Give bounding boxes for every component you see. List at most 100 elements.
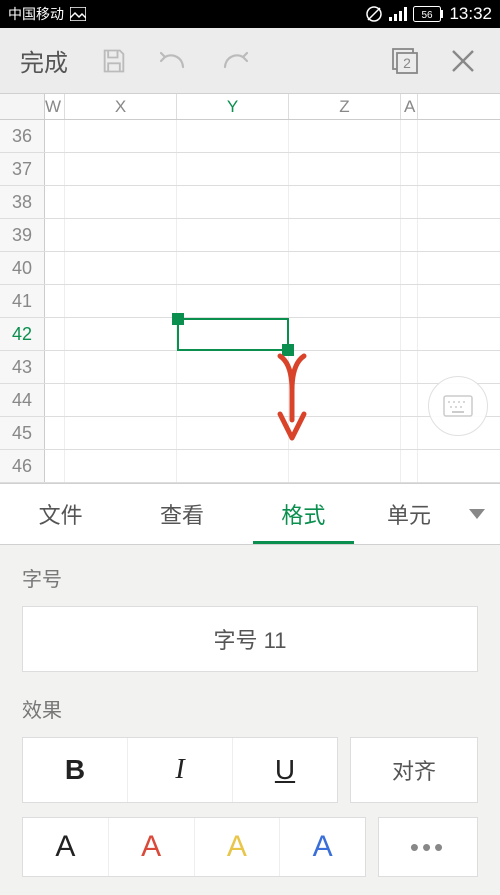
- cell[interactable]: [401, 318, 418, 350]
- cell[interactable]: [289, 120, 401, 152]
- row-header[interactable]: 39: [0, 219, 45, 251]
- cell[interactable]: [45, 219, 65, 251]
- undo-button[interactable]: [144, 47, 204, 75]
- cell[interactable]: [65, 285, 177, 317]
- cell[interactable]: [177, 153, 289, 185]
- tab-format[interactable]: 格式: [243, 484, 364, 544]
- cell[interactable]: [65, 219, 177, 251]
- row-header[interactable]: 41: [0, 285, 45, 317]
- font-size-button[interactable]: 字号 11: [22, 606, 478, 672]
- sheets-button[interactable]: 2: [390, 46, 420, 76]
- cell[interactable]: [289, 252, 401, 284]
- cell[interactable]: [45, 120, 65, 152]
- font-color-3[interactable]: A: [279, 818, 365, 876]
- cell[interactable]: [401, 219, 418, 251]
- cell[interactable]: [401, 285, 418, 317]
- cell[interactable]: [45, 417, 65, 449]
- cell[interactable]: [177, 219, 289, 251]
- cell[interactable]: [65, 417, 177, 449]
- cell[interactable]: [65, 351, 177, 383]
- corner-cell[interactable]: [0, 94, 45, 119]
- row-header[interactable]: 38: [0, 186, 45, 218]
- cell[interactable]: [289, 219, 401, 251]
- cell[interactable]: [289, 351, 401, 383]
- tab-file[interactable]: 文件: [0, 484, 121, 544]
- redo-button[interactable]: [204, 47, 264, 75]
- cell[interactable]: [401, 351, 418, 383]
- grid-row: 37: [0, 153, 500, 186]
- cell[interactable]: [177, 252, 289, 284]
- cell[interactable]: [177, 351, 289, 383]
- col-header-x[interactable]: X: [65, 94, 177, 119]
- col-header-y[interactable]: Y: [177, 94, 289, 119]
- cell[interactable]: [177, 384, 289, 416]
- grid-row: 46: [0, 450, 500, 483]
- cell[interactable]: [45, 186, 65, 218]
- cell[interactable]: [289, 186, 401, 218]
- font-color-2[interactable]: A: [194, 818, 280, 876]
- font-color-1[interactable]: A: [108, 818, 194, 876]
- col-header-a[interactable]: A: [401, 94, 418, 119]
- italic-button[interactable]: I: [127, 738, 232, 802]
- cell[interactable]: [65, 252, 177, 284]
- cell[interactable]: [289, 285, 401, 317]
- cell[interactable]: [401, 120, 418, 152]
- cell[interactable]: [45, 153, 65, 185]
- cell[interactable]: [45, 252, 65, 284]
- grid-row: 38: [0, 186, 500, 219]
- cell[interactable]: [65, 153, 177, 185]
- cell[interactable]: [401, 417, 418, 449]
- align-button[interactable]: 对齐: [350, 737, 478, 803]
- row-header[interactable]: 36: [0, 120, 45, 152]
- cell[interactable]: [289, 318, 401, 350]
- cell[interactable]: [401, 153, 418, 185]
- save-button[interactable]: [84, 47, 144, 75]
- bold-button[interactable]: B: [23, 738, 127, 802]
- tab-cell[interactable]: 单元: [364, 484, 454, 544]
- underline-button[interactable]: U: [232, 738, 337, 802]
- done-button[interactable]: 完成: [4, 43, 84, 78]
- cell[interactable]: [401, 186, 418, 218]
- cell[interactable]: [65, 120, 177, 152]
- row-header[interactable]: 40: [0, 252, 45, 284]
- cell[interactable]: [45, 285, 65, 317]
- row-header[interactable]: 42: [0, 318, 45, 350]
- cell[interactable]: [401, 450, 418, 482]
- col-header-z[interactable]: Z: [289, 94, 401, 119]
- font-color-group: AAAA: [22, 817, 366, 877]
- cell[interactable]: [177, 285, 289, 317]
- cell[interactable]: [65, 384, 177, 416]
- cell[interactable]: [289, 153, 401, 185]
- spreadsheet-grid[interactable]: W X Y Z A 3637383940414243444546: [0, 94, 500, 483]
- row-header[interactable]: 46: [0, 450, 45, 482]
- cell[interactable]: [177, 417, 289, 449]
- more-colors-button[interactable]: •••: [378, 817, 478, 877]
- row-header[interactable]: 37: [0, 153, 45, 185]
- cell[interactable]: [401, 384, 418, 416]
- keyboard-button[interactable]: [428, 376, 488, 436]
- cell[interactable]: [65, 186, 177, 218]
- cell[interactable]: [177, 450, 289, 482]
- cell[interactable]: [401, 252, 418, 284]
- cell[interactable]: [45, 318, 65, 350]
- cell[interactable]: [177, 186, 289, 218]
- text-style-group: B I U: [22, 737, 338, 803]
- cell[interactable]: [177, 120, 289, 152]
- cell[interactable]: [65, 450, 177, 482]
- row-header[interactable]: 43: [0, 351, 45, 383]
- cell[interactable]: [289, 417, 401, 449]
- cell[interactable]: [45, 351, 65, 383]
- close-button[interactable]: [450, 48, 476, 74]
- tab-overflow-button[interactable]: [454, 508, 500, 520]
- row-header[interactable]: 45: [0, 417, 45, 449]
- font-color-0[interactable]: A: [23, 818, 108, 876]
- cell[interactable]: [289, 450, 401, 482]
- cell[interactable]: [45, 450, 65, 482]
- cell[interactable]: [45, 384, 65, 416]
- col-header-w[interactable]: W: [45, 94, 65, 119]
- cell[interactable]: [177, 318, 289, 350]
- tab-view[interactable]: 查看: [121, 484, 242, 544]
- row-header[interactable]: 44: [0, 384, 45, 416]
- cell[interactable]: [289, 384, 401, 416]
- cell[interactable]: [65, 318, 177, 350]
